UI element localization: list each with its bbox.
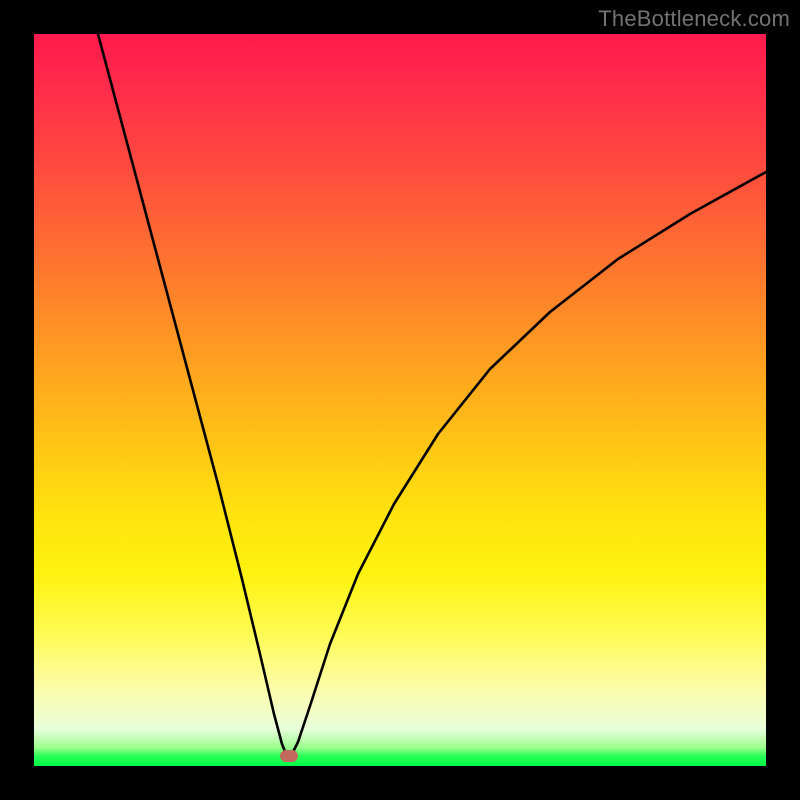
bottleneck-curve [34,34,766,766]
attribution-watermark: TheBottleneck.com [598,6,790,32]
chart-frame: TheBottleneck.com [0,0,800,800]
minimum-marker [280,750,298,762]
plot-area [34,34,766,766]
